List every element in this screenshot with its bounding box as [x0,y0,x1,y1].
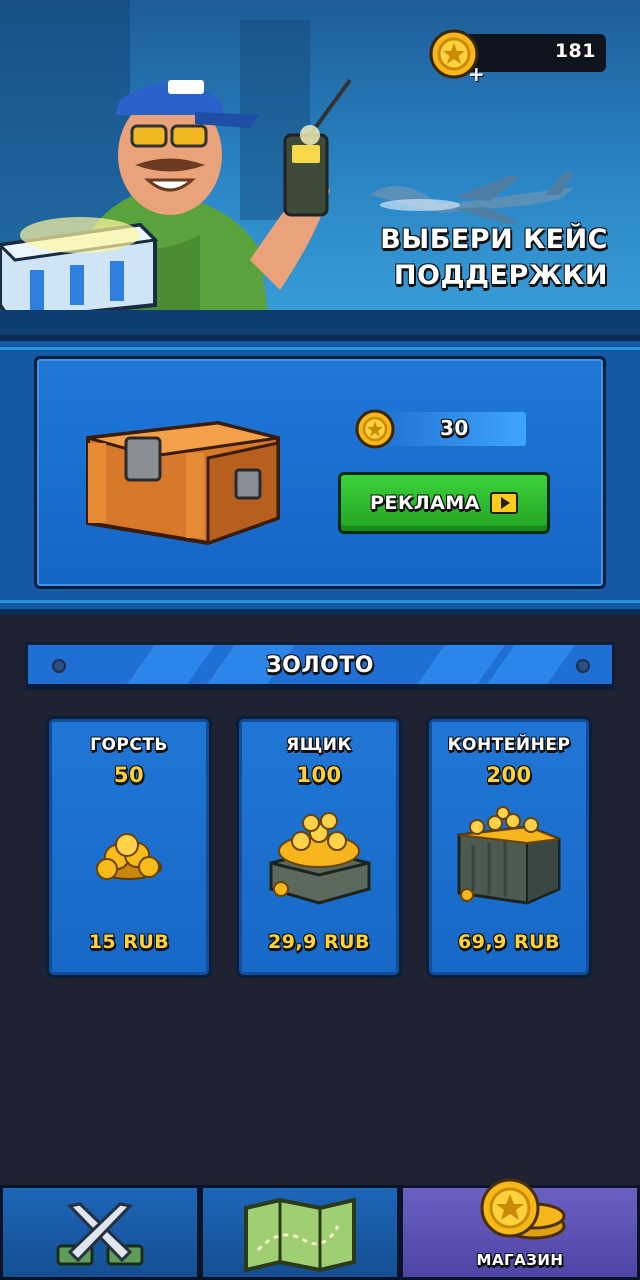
supply-case-illustration [0,217,159,320]
title-line-2: ПОДДЕРЖКИ [393,260,608,291]
hero-floor [0,310,640,335]
case-price-value: 30 [440,416,469,440]
bottom-navigation: МАГАЗИН [0,1178,640,1280]
offer-price: 69,9 RUB [457,931,561,953]
offer-price: 29,9 RUB [267,931,371,953]
offer-price: 15 RUB [88,931,170,953]
coin-handful-icon [96,833,162,880]
offer-name: КОНТЕЙНЕР [447,735,571,755]
crossed-swords-icon [56,1202,144,1266]
tab-shop[interactable]: МАГАЗИН [400,1178,640,1280]
title-line-1: ВЫБЕРИ КЕЙС [380,224,608,255]
offer-name: ГОРСТЬ [90,735,168,755]
tab-shop-label: МАГАЗИН [476,1251,564,1269]
gold-section-header: ЗОЛОТО [25,642,615,690]
coin-box-icon [269,812,371,905]
offer-amount: 200 [486,763,532,787]
coin-container-icon [457,806,561,905]
tab-map[interactable] [200,1185,400,1280]
map-icon [244,1197,356,1273]
gold-section-title: ЗОЛОТО [265,653,374,678]
watch-ad-button[interactable]: РЕКЛАМА [338,472,550,534]
tab-battle[interactable] [0,1185,200,1280]
offer-amount: 100 [296,763,342,787]
page-title: ВЫБЕРИ КЕЙС ПОДДЕРЖКИ [380,222,608,294]
offer-amount: 50 [113,763,145,787]
cargo-plane-illustration [370,171,575,225]
gold-coin-icon [355,409,395,449]
offer-name: ЯЩИК [286,735,352,755]
add-coins-icon[interactable]: + [468,62,485,86]
coin-stack-icon [480,1178,566,1240]
band-line-bottom [0,600,640,603]
band-line-top [0,347,640,350]
coin-balance-value: 181 [554,40,596,62]
gold-offer-handful[interactable]: ГОРСТЬ 50 15 RUB [46,716,212,978]
wooden-crate-illustration [86,420,280,546]
watch-ad-label: РЕКЛАМА [369,492,481,514]
play-video-icon [490,492,519,514]
gold-offer-container[interactable]: КОНТЕЙНЕР 200 69,9 RUB [426,716,592,978]
gold-offer-box[interactable]: ЯЩИК 100 29,9 RUB [236,716,402,978]
